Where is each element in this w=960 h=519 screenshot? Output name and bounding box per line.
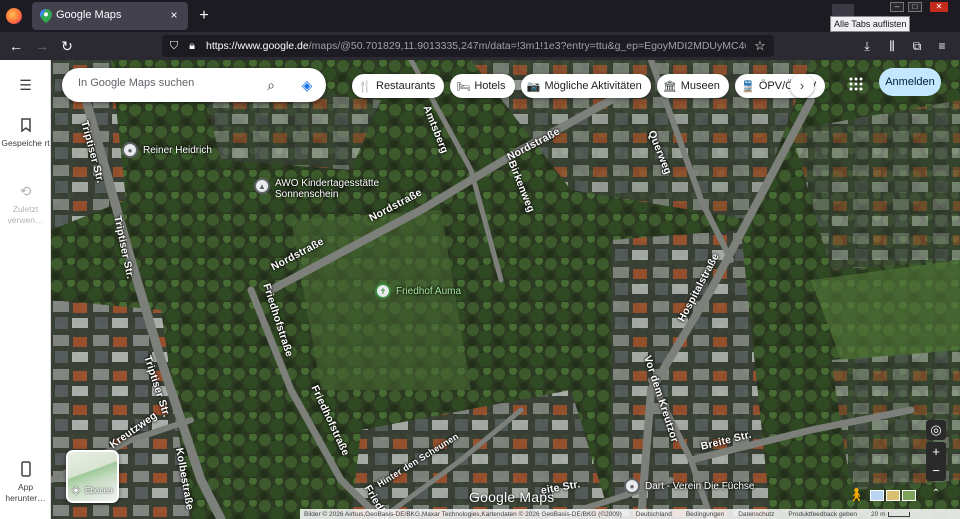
poi-friedhof-auma[interactable]: ✝ Friedhof Auma: [375, 283, 461, 299]
back-button[interactable]: ←: [6, 36, 26, 56]
cemetery-icon: ✝: [375, 283, 391, 299]
museum-icon: 🏛: [662, 80, 677, 93]
pegman-icon[interactable]: 🚶︎: [848, 486, 865, 504]
camera-icon: 📷: [526, 80, 541, 93]
downloads-icon[interactable]: ⤓: [858, 37, 876, 55]
pin-icon: ●: [624, 478, 640, 494]
firefox-icon[interactable]: [6, 8, 22, 24]
traffic-thumb-icon[interactable]: [886, 489, 900, 501]
school-icon: ▲: [254, 178, 270, 194]
poi-dart-verein[interactable]: ● Dart - Verein Die Füchse: [624, 478, 755, 494]
url-bar[interactable]: ⛉ 🔒︎ https://www.google.de/maps/@50.7018…: [162, 35, 774, 57]
google-maps-logo: Google Maps: [469, 489, 555, 505]
map-canvas[interactable]: Triptiser Str. Triptiser Str. Triptiser …: [51, 60, 960, 519]
chip-activities[interactable]: 📷 Mögliche Aktivitäten: [520, 74, 651, 98]
transit-thumb-icon[interactable]: [870, 489, 884, 501]
google-apps-icon[interactable]: [846, 76, 866, 96]
bookmark-star-icon[interactable]: ☆: [752, 38, 768, 54]
url-text[interactable]: https://www.google.de/maps/@50.701829,11…: [206, 40, 746, 52]
footer-link-terms[interactable]: Bedingungen: [686, 511, 724, 518]
my-location-button[interactable]: ◎: [926, 420, 946, 440]
map-type-thumbnails[interactable]: [870, 486, 918, 504]
footer-link-privacy[interactable]: Datenschutz: [738, 511, 774, 518]
extensions-icon[interactable]: ⧉: [908, 37, 926, 55]
layers-button[interactable]: ◈ Ebenen: [66, 450, 119, 503]
library-icon[interactable]: ⫼: [883, 37, 901, 55]
sidebar-item-label: Zuletzt verwen…: [7, 204, 44, 225]
poi-label: AWO Kindertagesstätte Sonnenschein: [275, 178, 380, 200]
phone-icon: [20, 461, 31, 477]
sidebar-item-label: App herunter…: [5, 482, 46, 503]
scale-line: [888, 511, 911, 517]
tab-close-icon[interactable]: ×: [166, 7, 182, 23]
chip-hotels[interactable]: 🛏 Hotels: [450, 74, 515, 98]
chip-restaurants[interactable]: 🍴 Restaurants: [352, 74, 445, 98]
search-icon[interactable]: ⌕: [262, 76, 280, 94]
chip-museums[interactable]: 🏛 Museen: [656, 74, 729, 98]
directions-icon[interactable]: ◈: [298, 76, 316, 94]
hamburger-icon: ☰: [19, 77, 32, 93]
category-chips: 🍴 Restaurants 🛏 Hotels 📷 Mögliche Aktivität…: [352, 74, 826, 98]
footer-link-feedback[interactable]: Produktfeedback geben: [788, 511, 857, 518]
sidebar-item-label: Gespeiche rt: [1, 138, 50, 148]
footer-link-country[interactable]: Deutschland: [636, 511, 672, 518]
pin-icon: ●: [122, 142, 138, 158]
terrain-thumb-icon[interactable]: [902, 489, 916, 501]
forward-button[interactable]: →: [32, 36, 52, 56]
lock-icon[interactable]: 🔒︎: [184, 38, 200, 54]
zoom-out-button[interactable]: −: [926, 461, 946, 481]
shield-icon[interactable]: ⛉: [166, 38, 182, 54]
poi-reiner-heidrich[interactable]: ● Reiner Heidrich: [122, 142, 212, 158]
tab-title: Google Maps: [56, 9, 122, 21]
minimize-button[interactable]: –: [890, 2, 904, 12]
sidebar-item-recent[interactable]: ⟲ Zuletzt verwen…: [0, 182, 51, 226]
poi-awo-kindertagesstaette[interactable]: ▲ AWO Kindertagesstätte Sonnenschein: [254, 178, 379, 200]
sidebar-item-saved[interactable]: Gespeiche rt: [0, 116, 51, 149]
poi-label: Friedhof Auma: [396, 285, 462, 297]
search-input[interactable]: [78, 77, 258, 89]
search-box: ⌕ ◈: [62, 68, 326, 102]
map-footer: Bilder © 2026 Airbus,GeoBasis-DE/BKG,Max…: [300, 509, 960, 519]
maps-pin-icon: [40, 9, 52, 23]
expand-icon[interactable]: ⌃: [926, 484, 946, 504]
sign-in-button[interactable]: Anmelden: [879, 68, 941, 96]
new-tab-button[interactable]: +: [195, 7, 213, 25]
close-window-button[interactable]: ✕: [930, 2, 948, 12]
bookmark-icon: [20, 118, 31, 133]
chip-label: Mögliche Aktivitäten: [544, 80, 642, 92]
maps-sidebar: ☰ Gespeiche rt ⟲ Zuletzt verwen… App her…: [0, 60, 51, 519]
attribution: Bilder © 2026 Airbus,GeoBasis-DE/BKG,Max…: [304, 510, 622, 518]
satellite-imagery: [51, 60, 960, 519]
chip-label: Hotels: [474, 80, 506, 92]
chips-next-button[interactable]: ›: [790, 74, 814, 98]
chip-label: Restaurants: [376, 80, 436, 92]
zoom-in-button[interactable]: +: [926, 442, 946, 462]
poi-label: Reiner Heidrich: [143, 144, 212, 156]
restaurant-icon: 🍴: [358, 80, 372, 93]
app-menu-icon[interactable]: ≡: [933, 37, 951, 55]
poi-label: Dart - Verein Die Füchse: [645, 480, 755, 492]
reload-button[interactable]: ↻: [57, 36, 77, 56]
menu-button[interactable]: ☰: [0, 76, 51, 98]
history-icon: ⟲: [19, 183, 32, 199]
hotel-icon: 🛏: [456, 80, 471, 93]
maximize-button[interactable]: □: [908, 2, 922, 12]
chip-label: Museen: [680, 80, 720, 92]
list-all-tabs-button[interactable]: [832, 4, 854, 16]
navigation-toolbar: ← → ↻ ⛉ 🔒︎ https://www.google.de/maps/@5…: [0, 32, 960, 60]
tab-bar: Google Maps × + Alle Tabs auflisten – □ …: [0, 0, 960, 32]
layers-icon: ◈: [72, 485, 80, 496]
scale-bar[interactable]: 20 m: [871, 510, 911, 518]
scale-label: 20 m: [871, 510, 886, 518]
train-icon: 🚆: [741, 80, 755, 93]
tab-google-maps[interactable]: Google Maps ×: [32, 2, 188, 30]
sidebar-item-app-download[interactable]: App herunter…: [0, 460, 51, 504]
layers-label: Ebenen: [85, 486, 113, 495]
tooltip: Alle Tabs auflisten: [830, 16, 911, 32]
